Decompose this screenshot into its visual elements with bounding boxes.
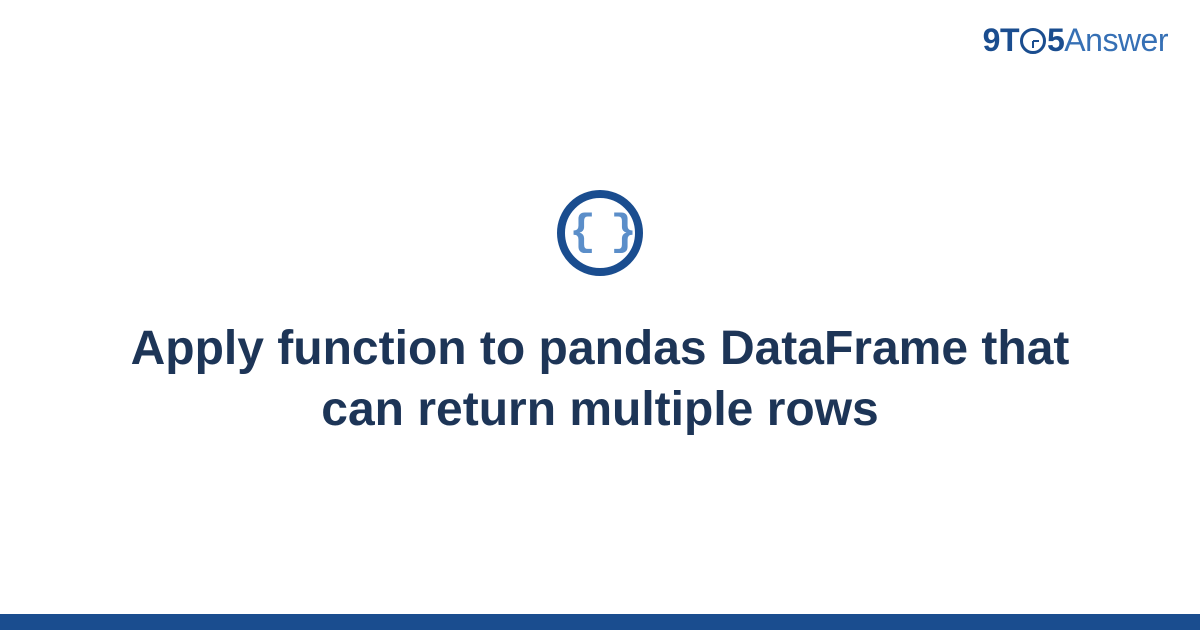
footer-accent-bar: [0, 614, 1200, 630]
content-area: { } Apply function to pandas DataFrame t…: [0, 0, 1200, 630]
topic-icon-circle: { }: [557, 190, 643, 276]
curly-braces-icon: { }: [569, 208, 630, 258]
page-title: Apply function to pandas DataFrame that …: [120, 318, 1080, 441]
